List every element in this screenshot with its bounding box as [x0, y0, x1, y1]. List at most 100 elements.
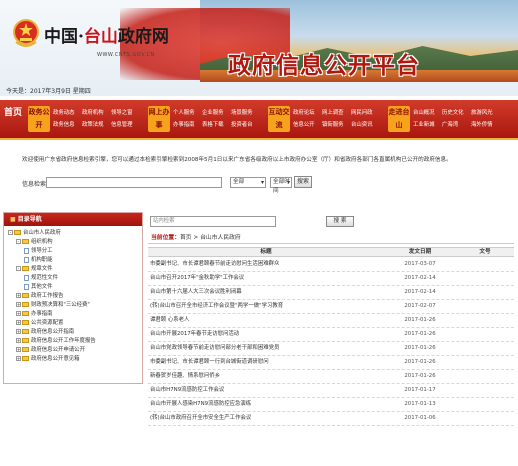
nav-link[interactable]: 台山概况 — [413, 107, 440, 119]
site-search-input[interactable]: 站内检索 — [150, 216, 276, 227]
table-row: (转)台山市召开全市经济工作会议暨"两学一做"学习教育 2017-02-07 — [148, 300, 514, 314]
row-title[interactable]: 新春贺岁佳趣、情系慰问侨乡 — [150, 370, 384, 383]
table-row: (转)台山市政府召开全市安全生产工作会议 2017-01-06 — [148, 412, 514, 426]
tree-item[interactable]: - 台山市人民政府 — [8, 229, 142, 238]
collapse-icon[interactable]: - — [16, 239, 21, 244]
nav-link[interactable]: 镇街服务 — [322, 119, 349, 131]
expand-icon[interactable]: + — [16, 293, 21, 298]
tree-item[interactable]: + 办事指南 — [8, 310, 142, 319]
folder-icon — [22, 356, 29, 361]
tree-item[interactable]: 机构职能 — [8, 256, 142, 265]
expand-icon[interactable]: + — [16, 338, 21, 343]
nav-section-badge[interactable]: 互动交流 — [268, 106, 290, 132]
tree-item[interactable]: + 政府信息公开申请公开 — [8, 346, 142, 355]
table-row: 谭君颐 心系老人 2017-01-26 — [148, 314, 514, 328]
nav-link[interactable]: 旅游风光 — [471, 107, 498, 119]
row-title[interactable]: 台山市第十六届人大三次会议胜利闭幕 — [150, 286, 384, 299]
tree-item[interactable]: + 财政预决算和"三公经费" — [8, 301, 142, 310]
tree-item[interactable]: + 政府工作报告 — [8, 292, 142, 301]
nav-link[interactable]: 政策法规 — [82, 119, 109, 131]
info-search-button[interactable]: 搜索 — [294, 176, 312, 188]
expand-icon[interactable]: + — [16, 302, 21, 307]
nav-link[interactable]: 个人服务 — [173, 107, 200, 119]
tree-item-label: 财政预决算和"三公经费" — [31, 302, 90, 308]
nav-link[interactable]: 政府机构 — [82, 107, 109, 119]
nav-link[interactable]: 企业服务 — [202, 107, 229, 119]
tree-item[interactable]: + 公共资源配置 — [8, 319, 142, 328]
nav-link[interactable]: 政务信息 — [53, 119, 80, 131]
row-title[interactable]: 台山市召开2017年"金秋助学"工作会议 — [150, 272, 384, 285]
expand-icon[interactable]: + — [16, 311, 21, 316]
row-date: 2017-01-17 — [404, 387, 436, 393]
expand-icon[interactable]: + — [16, 320, 21, 325]
nav-link[interactable]: 信息管理 — [111, 119, 138, 131]
tree-item[interactable]: 其他文件 — [8, 283, 142, 292]
row-title[interactable]: 市委副书记、市长谭君颐一行到台城街道调研慰问 — [150, 356, 384, 369]
row-title[interactable]: 台山市开展人感染H7N9流感防控应急演练 — [150, 398, 384, 411]
nav-section-badge[interactable]: 走进台山 — [388, 106, 410, 132]
nav-link[interactable]: 表格下载 — [202, 119, 229, 131]
tree-item-label: 政府信息公开意见箱 — [31, 356, 80, 362]
nav-link[interactable]: 广海湾 — [442, 119, 469, 131]
nav-link[interactable]: 投资者台 — [231, 119, 258, 131]
header-banner: 中国·台山政府网 WWW.CNTS.GOV.CN 政府信息公开平台 今天是：20… — [0, 0, 518, 96]
expand-icon[interactable]: + — [16, 347, 21, 352]
tree-item[interactable]: + 政府信息公开工作年度报告 — [8, 337, 142, 346]
nav-link[interactable]: 办事指南 — [173, 119, 200, 131]
tree-item[interactable]: 规范性文件 — [8, 274, 142, 283]
tree-item[interactable]: 领导分工 — [8, 247, 142, 256]
row-title[interactable]: 台山市党政领导春节前走访慰问部分老干部和困难党员 — [150, 342, 384, 355]
row-title[interactable]: 台山市H7N9流感防控工作会议 — [150, 384, 384, 397]
table-row: 市委副书记、市长谭君颐一行到台城街道调研慰问 2017-01-26 — [148, 356, 514, 370]
platform-title: 政府信息公开平台 — [228, 52, 420, 79]
nav-link[interactable]: 信息公开 — [293, 119, 320, 131]
row-title[interactable]: (转)台山市召开全市经济工作会议暨"两学一做"学习教育 — [150, 300, 384, 313]
nav-link[interactable]: 工业新城 — [413, 119, 440, 131]
tree-item-label: 组织机构 — [31, 239, 53, 245]
nav-link[interactable]: 海外侨情 — [471, 119, 498, 131]
tree-item[interactable]: + 政府信息公开指南 — [8, 328, 142, 337]
nav-links: 个人服务 企业服务 场景服务办事指南 表格下载 投资者台 — [173, 107, 258, 131]
tree-item-label: 规章文件 — [31, 266, 53, 272]
row-date: 2017-01-26 — [404, 317, 436, 323]
nav-home-link[interactable]: 首页 — [3, 106, 23, 134]
nav-link[interactable]: 场景服务 — [231, 107, 258, 119]
nav-link[interactable]: 政府论坛 — [293, 107, 320, 119]
site-title[interactable]: 中国·台山政府网 — [44, 22, 169, 47]
column-doc-number: 文号 — [479, 249, 491, 255]
folder-icon — [22, 311, 29, 316]
nav-link[interactable]: 网上调查 — [322, 107, 349, 119]
sidebar: ■ 目录导航 - 台山市人民政府 - 组织机构 领导分工 机构职能 - 规章文件 规范性文件 其他… — [3, 212, 143, 384]
row-date: 2017-01-13 — [404, 401, 436, 407]
scope-select[interactable]: 全部 ▾ — [230, 177, 266, 188]
row-title[interactable]: (转)台山市政府召开全市安全生产工作会议 — [150, 412, 384, 425]
nav-link[interactable]: 历史文化 — [442, 107, 469, 119]
nav-link[interactable]: 政务动态 — [53, 107, 80, 119]
chevron-down-icon: ▾ — [286, 179, 290, 186]
chevron-down-icon: ▾ — [260, 179, 264, 186]
row-title[interactable]: 台山市开展2017年春节走访慰问活动 — [150, 328, 384, 341]
search-notice: 欢迎使用广东省政府信息检索引擎，您可以通过本检索引擎检索到2008年5月1日以来… — [22, 157, 452, 163]
tree-item[interactable]: - 组织机构 — [8, 238, 142, 247]
tree-item[interactable]: - 规章文件 — [8, 265, 142, 274]
time-select[interactable]: 全部时间 ▾ — [270, 177, 292, 194]
nav-link[interactable]: 网民问政 — [351, 107, 378, 119]
row-date: 2017-01-26 — [404, 373, 436, 379]
row-date: 2017-01-26 — [404, 331, 436, 337]
tree-item[interactable]: + 政府信息公开意见箱 — [8, 355, 142, 364]
site-search-button[interactable]: 搜 索 — [326, 216, 354, 227]
nav-link[interactable]: 领导之窗 — [111, 107, 138, 119]
info-search-input[interactable] — [46, 177, 222, 188]
expand-icon[interactable]: + — [16, 356, 21, 361]
expand-icon[interactable]: + — [16, 329, 21, 334]
nav-section-badge[interactable]: 网上办事 — [148, 106, 170, 132]
sidebar-title: 目录导航 — [17, 216, 42, 223]
nav-section-badge[interactable]: 政务公开 — [28, 106, 50, 132]
collapse-icon[interactable]: - — [8, 230, 13, 235]
breadcrumb-path[interactable]: 首页 > 台山市人民政府 — [180, 235, 241, 241]
collapse-icon[interactable]: - — [16, 266, 21, 271]
row-title[interactable]: 谭君颐 心系老人 — [150, 314, 384, 327]
nav-link[interactable]: 台山资讯 — [351, 119, 378, 131]
row-date: 2017-02-14 — [404, 275, 436, 281]
row-title[interactable]: 市委副书记、市长谭君颐春节前走访慰问生活困难群众 — [150, 258, 384, 271]
